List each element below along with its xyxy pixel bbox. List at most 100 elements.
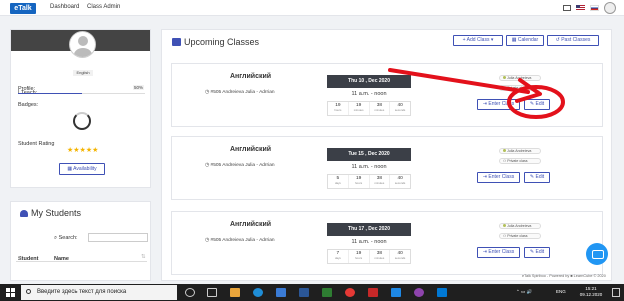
countdown-cell: 19 minutes bbox=[349, 102, 370, 115]
windows-taskbar: Введите здесь текст для поиска ⌃ ▭ 🔊 ENG… bbox=[0, 284, 624, 301]
excel-icon[interactable] bbox=[322, 288, 332, 297]
class-date: Tue 15 , Dec 2020 bbox=[327, 148, 411, 161]
class-time: 11 a.m. - noon bbox=[351, 164, 387, 170]
profile-percent: 50% bbox=[133, 85, 145, 90]
class-type-pill: ⚇ Private class bbox=[499, 158, 541, 164]
class-type-pill: ⚇ Private class bbox=[499, 85, 541, 91]
search-icon bbox=[26, 289, 31, 294]
language-pill: English bbox=[73, 70, 93, 76]
enter-class-button[interactable]: ⇥ Enter Class bbox=[477, 172, 520, 183]
upcoming-classes-title: Upcoming Classes bbox=[172, 37, 259, 47]
enter-class-button[interactable]: ⇥ Enter Class bbox=[477, 247, 520, 258]
class-teacher: ◷ #505 Andreieva Julia - Adrrian bbox=[205, 90, 275, 95]
student-rating-label: Student Rating bbox=[18, 141, 55, 147]
edit-class-button[interactable]: ✎ Edit bbox=[524, 172, 550, 183]
my-students-card: My Students ⌕ Search: Student ⇅ Name ⇅ bbox=[10, 201, 151, 281]
add-class-button[interactable]: + Add Class ▾ bbox=[453, 35, 503, 46]
countdown-cell: 38 minutes bbox=[370, 102, 391, 115]
rating-stars-icon: ★★★★★ bbox=[67, 147, 99, 154]
class-countdown: 7 days 19 hours 38 minutes 40 seconds bbox=[327, 249, 411, 264]
countdown-cell: 40 seconds bbox=[394, 103, 406, 112]
students-search-input[interactable] bbox=[88, 233, 148, 242]
notifications-icon[interactable] bbox=[612, 288, 620, 297]
availability-label: Availability bbox=[73, 166, 97, 172]
upcoming-classes-label: Upcoming Classes bbox=[184, 37, 260, 47]
my-students-label: My Students bbox=[31, 208, 82, 218]
class-teacher: ◷ #505 Andreieva Julia - Adrrian bbox=[205, 238, 275, 243]
enter-class-button[interactable]: ⇥ Enter Class bbox=[477, 99, 520, 110]
badges-label: Badges: bbox=[18, 102, 39, 108]
class-teacher: ◷ #505 Andreieva Julia - Adrrian bbox=[205, 163, 275, 168]
class-time: 11 a.m. - noon bbox=[351, 91, 387, 97]
us-flag-icon[interactable] bbox=[576, 5, 585, 11]
countdown-cell: 19 hours bbox=[349, 175, 370, 188]
upcoming-classes-panel: Upcoming Classes + Add Class ▾ ▦ Calenda… bbox=[161, 29, 612, 281]
class-subject: Английский bbox=[230, 146, 272, 153]
store-icon[interactable] bbox=[276, 288, 286, 297]
nav-class-admin[interactable]: Class Admin bbox=[87, 4, 120, 10]
countdown-cell: 19 hours bbox=[328, 102, 349, 115]
navbar-right bbox=[563, 2, 616, 14]
chat-widget-button[interactable] bbox=[586, 243, 608, 265]
countdown-cell: 19 hours bbox=[349, 250, 370, 263]
taskbar-search-placeholder: Введите здесь текст для поиска bbox=[37, 289, 127, 295]
acrobat-icon[interactable] bbox=[368, 288, 378, 297]
class-student-pill: Julia Andreieva bbox=[499, 148, 541, 154]
past-classes-button[interactable]: ↺ Past Classes bbox=[547, 35, 599, 46]
profile-progress-bar bbox=[18, 93, 82, 94]
clock-date: 09.12.2020 bbox=[579, 292, 603, 297]
class-student-pill: Julia Andreieva bbox=[499, 75, 541, 81]
class-type-pill: ⚇ Private class bbox=[499, 233, 541, 239]
countdown-cell: 5 days bbox=[328, 175, 349, 188]
calendar-button[interactable]: ▦ Calendar bbox=[506, 35, 544, 46]
profile-card: I Teach: English Profile: 50% Badges: St… bbox=[10, 29, 151, 188]
class-time: 11 a.m. - noon bbox=[351, 239, 387, 245]
user-menu-avatar[interactable] bbox=[604, 2, 616, 14]
windows-start-icon[interactable] bbox=[6, 288, 15, 297]
class-countdown: 5 days 19 hours 38 minutes 40 seconds bbox=[327, 174, 411, 189]
cortana-icon[interactable] bbox=[185, 288, 195, 297]
windows-security-icon[interactable] bbox=[437, 288, 447, 297]
students-search-label: ⌕ Search: bbox=[54, 235, 78, 241]
class-subject: Английский bbox=[230, 73, 272, 80]
file-explorer-icon[interactable] bbox=[230, 288, 240, 297]
input-language[interactable]: ENG bbox=[556, 289, 566, 294]
outlook-icon[interactable] bbox=[299, 288, 309, 297]
taskbar-search[interactable]: Введите здесь текст для поиска bbox=[21, 285, 177, 300]
profile-avatar bbox=[69, 31, 96, 58]
class-countdown: 19 hours 19 minutes 38 minutes 40 seconds bbox=[327, 101, 411, 116]
profile-label: Profile: bbox=[18, 86, 36, 92]
word-icon[interactable] bbox=[391, 288, 401, 297]
badge-icon bbox=[73, 112, 91, 130]
availability-button[interactable]: ▦ Availability bbox=[59, 163, 105, 175]
mail-icon[interactable] bbox=[563, 5, 571, 11]
task-view-icon[interactable] bbox=[207, 288, 217, 297]
countdown-cell: 40 seconds bbox=[394, 251, 406, 260]
students-icon bbox=[20, 209, 28, 217]
class-subject: Английский bbox=[230, 221, 272, 228]
edge-icon[interactable] bbox=[253, 288, 263, 297]
students-table-header: Student ⇅ Name ⇅ bbox=[16, 254, 147, 262]
nav-dashboard[interactable]: Dashboard bbox=[50, 4, 79, 10]
etalk-logo[interactable]: eTalk bbox=[10, 3, 36, 14]
sort-icon[interactable]: ⇅ bbox=[141, 254, 146, 260]
class-card: Английский ◷ #505 Andreieva Julia - Adrr… bbox=[171, 211, 603, 275]
footer-note: eTalk Spiriboo - Powered by ■ LearnCube … bbox=[522, 274, 606, 278]
edit-class-button[interactable]: ✎ Edit bbox=[524, 247, 550, 258]
system-clock[interactable]: 15:21 09.12.2020 bbox=[574, 286, 608, 298]
ru-flag-icon[interactable] bbox=[590, 5, 599, 11]
countdown-cell: 38 minutes bbox=[370, 175, 391, 188]
class-date: Thu 17 , Dec 2020 bbox=[327, 223, 411, 236]
edit-class-button[interactable]: ✎ Edit bbox=[524, 99, 550, 110]
classes-icon bbox=[172, 38, 181, 46]
countdown-cell: 40 seconds bbox=[394, 176, 406, 185]
countdown-cell: 7 days bbox=[328, 250, 349, 263]
class-card: Английский ◷ #505 Andreieva Julia - Adrr… bbox=[171, 63, 603, 127]
chrome-icon[interactable] bbox=[345, 288, 355, 297]
countdown-cell: 38 minutes bbox=[370, 250, 391, 263]
my-students-title: My Students bbox=[20, 208, 81, 218]
viber-icon[interactable] bbox=[414, 288, 424, 297]
tray-icons[interactable]: ⌃ ▭ 🔊 bbox=[516, 289, 532, 295]
top-navbar: eTalk Dashboard Class Admin bbox=[0, 0, 624, 16]
class-date: Thu 10 , Dec 2020 bbox=[327, 75, 411, 88]
